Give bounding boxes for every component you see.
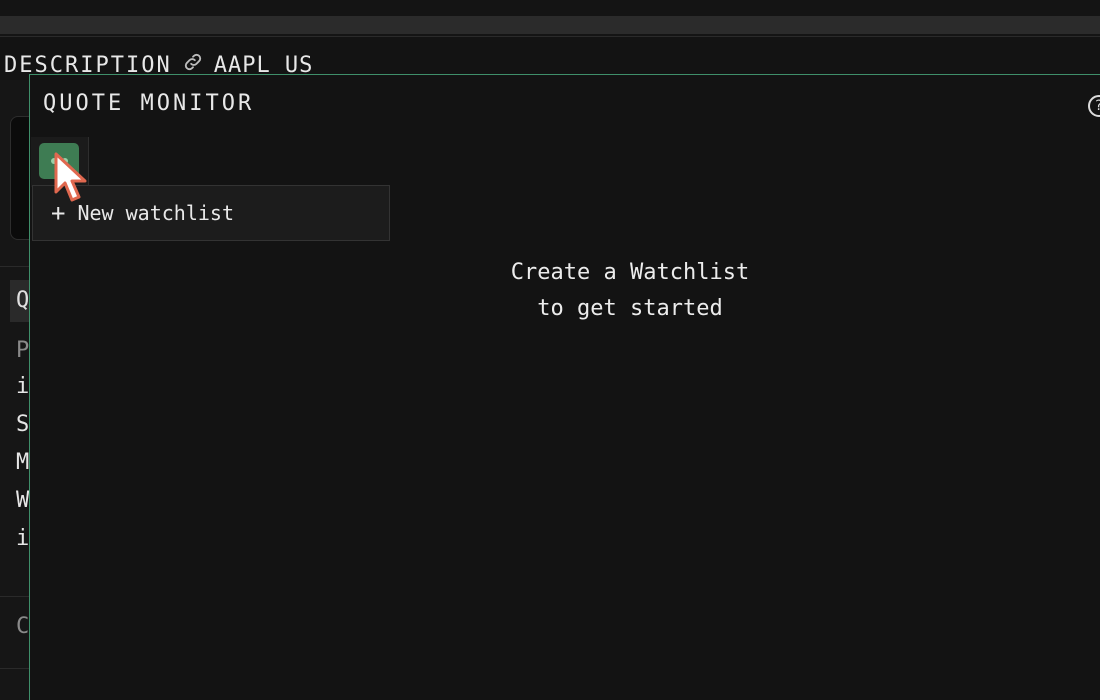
background-divider	[0, 596, 30, 597]
menu-item-label: New watchlist	[77, 201, 234, 225]
background-text: W	[16, 488, 30, 513]
background-text: C	[16, 614, 30, 639]
background-text: P	[16, 338, 30, 363]
empty-state-line: to get started	[537, 296, 723, 321]
help-icon[interactable]: ?	[1088, 95, 1100, 117]
background-divider	[0, 266, 30, 267]
tab-strip	[0, 16, 1100, 34]
quote-monitor-panel: QUOTE MONITOR ? + New watchlist Create a…	[29, 74, 1100, 700]
background-tab[interactable]: Q	[10, 280, 30, 322]
background-text: i	[16, 374, 30, 399]
empty-state-line: Create a Watchlist	[510, 260, 750, 285]
empty-state-message: Create a Watchlist to get started	[30, 255, 1100, 327]
background-text: M	[16, 450, 30, 475]
panel-title: QUOTE MONITOR	[43, 91, 255, 116]
background-divider	[0, 668, 30, 669]
mouse-cursor-icon	[52, 150, 92, 206]
background-text: S	[16, 412, 30, 437]
background-text: i	[16, 526, 30, 551]
